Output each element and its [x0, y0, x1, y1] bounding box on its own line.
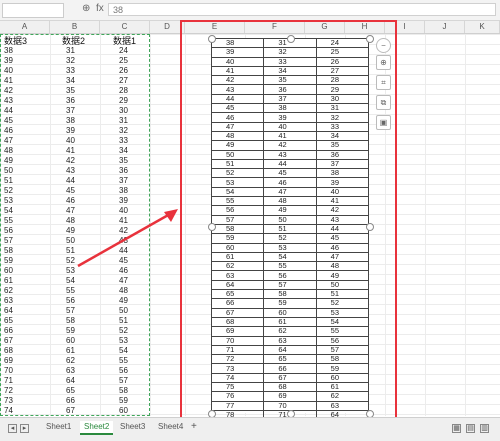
add-sheet-icon[interactable]: +	[187, 421, 201, 433]
first-sheet-icon[interactable]: ◂	[8, 424, 17, 433]
prev-sheet-icon[interactable]: ▸	[20, 424, 29, 433]
sheet-tab[interactable]: Sheet1	[42, 421, 75, 433]
normal-view-icon[interactable]: ▦	[452, 424, 461, 433]
sheet-tab[interactable]: Sheet2	[80, 421, 114, 435]
page-break-icon[interactable]: ▥	[480, 424, 489, 433]
arrow-overlay	[77, 209, 178, 268]
arrow-line	[77, 212, 171, 268]
page-layout-icon[interactable]: ▤	[466, 424, 475, 433]
sheet-tabs-bar: ◂ ▸ Sheet1 Sheet2 Sheet3 Sheet4 + ▦ ▤ ▥	[0, 417, 500, 441]
sheet-tab[interactable]: Sheet4	[154, 421, 187, 433]
sheet-tab[interactable]: Sheet3	[116, 421, 149, 433]
